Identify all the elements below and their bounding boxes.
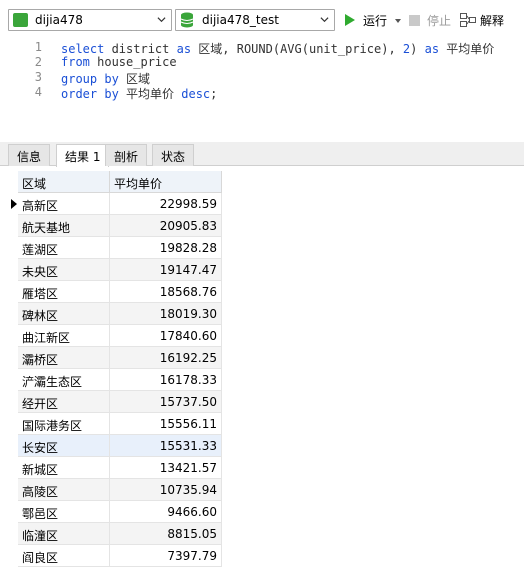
table-row[interactable]: 航天基地 20905.83 xyxy=(0,215,222,237)
table-row[interactable]: 高陵区 10735.94 xyxy=(0,479,222,501)
table-row[interactable]: 曲江新区 17840.60 xyxy=(0,325,222,347)
stop-icon[interactable] xyxy=(409,15,420,26)
line-number: 2 xyxy=(34,55,42,69)
tab-status[interactable]: 状态 xyxy=(152,144,195,166)
sql-editor[interactable]: 1 select district as 区域, ROUND(AVG(unit_… xyxy=(0,38,524,142)
row-marker[interactable] xyxy=(0,347,18,369)
cell-avg-price[interactable]: 22998.59 xyxy=(110,193,222,215)
line-number: 4 xyxy=(34,85,42,99)
table-row[interactable]: 鄠邑区 9466.60 xyxy=(0,501,222,523)
toolbar: dijia478 dijia478_test 运行 停止 解释 xyxy=(0,0,524,38)
table-row[interactable]: 浐灞生态区 16178.33 xyxy=(0,369,222,391)
row-marker[interactable] xyxy=(0,281,18,303)
table-row[interactable]: 阎良区 7397.79 xyxy=(0,545,222,567)
cell-area[interactable]: 鄠邑区 xyxy=(18,501,110,523)
cell-avg-price[interactable]: 13421.57 xyxy=(110,457,222,479)
cell-avg-price[interactable]: 15737.50 xyxy=(110,391,222,413)
line-number: 1 xyxy=(34,40,42,54)
row-marker[interactable] xyxy=(0,303,18,325)
row-marker[interactable] xyxy=(0,523,18,545)
row-marker[interactable] xyxy=(0,457,18,479)
connection-icon xyxy=(13,13,28,27)
tab-info[interactable]: 信息 xyxy=(8,144,51,166)
cell-avg-price[interactable]: 19147.47 xyxy=(110,259,222,281)
run-icon[interactable] xyxy=(345,14,355,26)
cell-area[interactable]: 莲湖区 xyxy=(18,237,110,259)
cell-area[interactable]: 长安区 xyxy=(18,435,110,457)
database-label: dijia478_test xyxy=(202,13,279,27)
cell-area[interactable]: 航天基地 xyxy=(18,215,110,237)
stop-button[interactable]: 停止 xyxy=(427,12,451,29)
row-marker[interactable] xyxy=(0,435,18,457)
row-marker[interactable] xyxy=(0,237,18,259)
cell-area[interactable]: 曲江新区 xyxy=(18,325,110,347)
table-row[interactable]: 未央区 19147.47 xyxy=(0,259,222,281)
table-row[interactable]: 雁塔区 18568.76 xyxy=(0,281,222,303)
current-row-icon xyxy=(11,199,17,209)
table-row[interactable]: 高新区 22998.59 xyxy=(0,193,222,215)
row-marker[interactable] xyxy=(0,545,18,567)
run-button[interactable]: 运行 xyxy=(363,12,387,29)
cell-avg-price[interactable]: 8815.05 xyxy=(110,523,222,545)
result-tabs: 信息 结果 1 剖析 状态 xyxy=(0,142,524,167)
code-line: from house_price xyxy=(61,55,177,69)
table-row[interactable]: 经开区 15737.50 xyxy=(0,391,222,413)
cell-avg-price[interactable]: 9466.60 xyxy=(110,501,222,523)
cell-area[interactable]: 临潼区 xyxy=(18,523,110,545)
connection-dropdown[interactable]: dijia478 xyxy=(8,9,172,31)
cell-area[interactable]: 国际港务区 xyxy=(18,413,110,435)
cell-avg-price[interactable]: 16178.33 xyxy=(110,369,222,391)
tab-result-1[interactable]: 结果 1 xyxy=(56,144,110,167)
cell-area[interactable]: 雁塔区 xyxy=(18,281,110,303)
cell-area[interactable]: 经开区 xyxy=(18,391,110,413)
explain-button[interactable]: 解释 xyxy=(480,12,504,29)
cell-area[interactable]: 灞桥区 xyxy=(18,347,110,369)
cell-avg-price[interactable]: 19828.28 xyxy=(110,237,222,259)
chevron-down-icon xyxy=(157,17,166,23)
database-icon xyxy=(180,12,194,28)
row-marker[interactable] xyxy=(0,259,18,281)
table-row[interactable]: 临潼区 8815.05 xyxy=(0,523,222,545)
cell-avg-price[interactable]: 10735.94 xyxy=(110,479,222,501)
cell-avg-price[interactable]: 17840.60 xyxy=(110,325,222,347)
row-marker[interactable] xyxy=(0,325,18,347)
cell-avg-price[interactable]: 7397.79 xyxy=(110,545,222,567)
row-marker[interactable] xyxy=(0,413,18,435)
table-row[interactable]: 长安区 15531.33 xyxy=(0,435,222,457)
database-dropdown[interactable]: dijia478_test xyxy=(175,9,335,31)
cell-avg-price[interactable]: 20905.83 xyxy=(110,215,222,237)
cell-area[interactable]: 未央区 xyxy=(18,259,110,281)
cell-avg-price[interactable]: 15531.33 xyxy=(110,435,222,457)
connection-label: dijia478 xyxy=(35,13,83,27)
table-row[interactable]: 莲湖区 19828.28 xyxy=(0,237,222,259)
cell-area[interactable]: 碑林区 xyxy=(18,303,110,325)
row-marker[interactable] xyxy=(0,479,18,501)
column-header-area[interactable]: 区域 xyxy=(18,171,110,193)
row-marker[interactable] xyxy=(0,193,18,215)
table-row[interactable]: 碑林区 18019.30 xyxy=(0,303,222,325)
row-marker[interactable] xyxy=(0,215,18,237)
cell-avg-price[interactable]: 18568.76 xyxy=(110,281,222,303)
tab-profile[interactable]: 剖析 xyxy=(105,144,148,166)
table-row[interactable]: 国际港务区 15556.11 xyxy=(0,413,222,435)
explain-icon[interactable] xyxy=(460,13,476,27)
row-marker[interactable] xyxy=(0,369,18,391)
cell-area[interactable]: 阎良区 xyxy=(18,545,110,567)
cell-area[interactable]: 高新区 xyxy=(18,193,110,215)
code-line: order by 平均单价 desc; xyxy=(61,87,218,101)
table-row[interactable]: 灞桥区 16192.25 xyxy=(0,347,222,369)
run-dropdown-icon[interactable] xyxy=(395,19,401,23)
cell-area[interactable]: 浐灞生态区 xyxy=(18,369,110,391)
row-marker[interactable] xyxy=(0,501,18,523)
cell-avg-price[interactable]: 15556.11 xyxy=(110,413,222,435)
cell-area[interactable]: 高陵区 xyxy=(18,479,110,501)
cell-avg-price[interactable]: 18019.30 xyxy=(110,303,222,325)
cell-avg-price[interactable]: 16192.25 xyxy=(110,347,222,369)
row-marker[interactable] xyxy=(0,391,18,413)
table-row[interactable]: 新城区 13421.57 xyxy=(0,457,222,479)
cell-area[interactable]: 新城区 xyxy=(18,457,110,479)
column-header-avg-price[interactable]: 平均单价 xyxy=(110,171,222,193)
line-number: 3 xyxy=(34,70,42,84)
chevron-down-icon xyxy=(320,17,329,23)
